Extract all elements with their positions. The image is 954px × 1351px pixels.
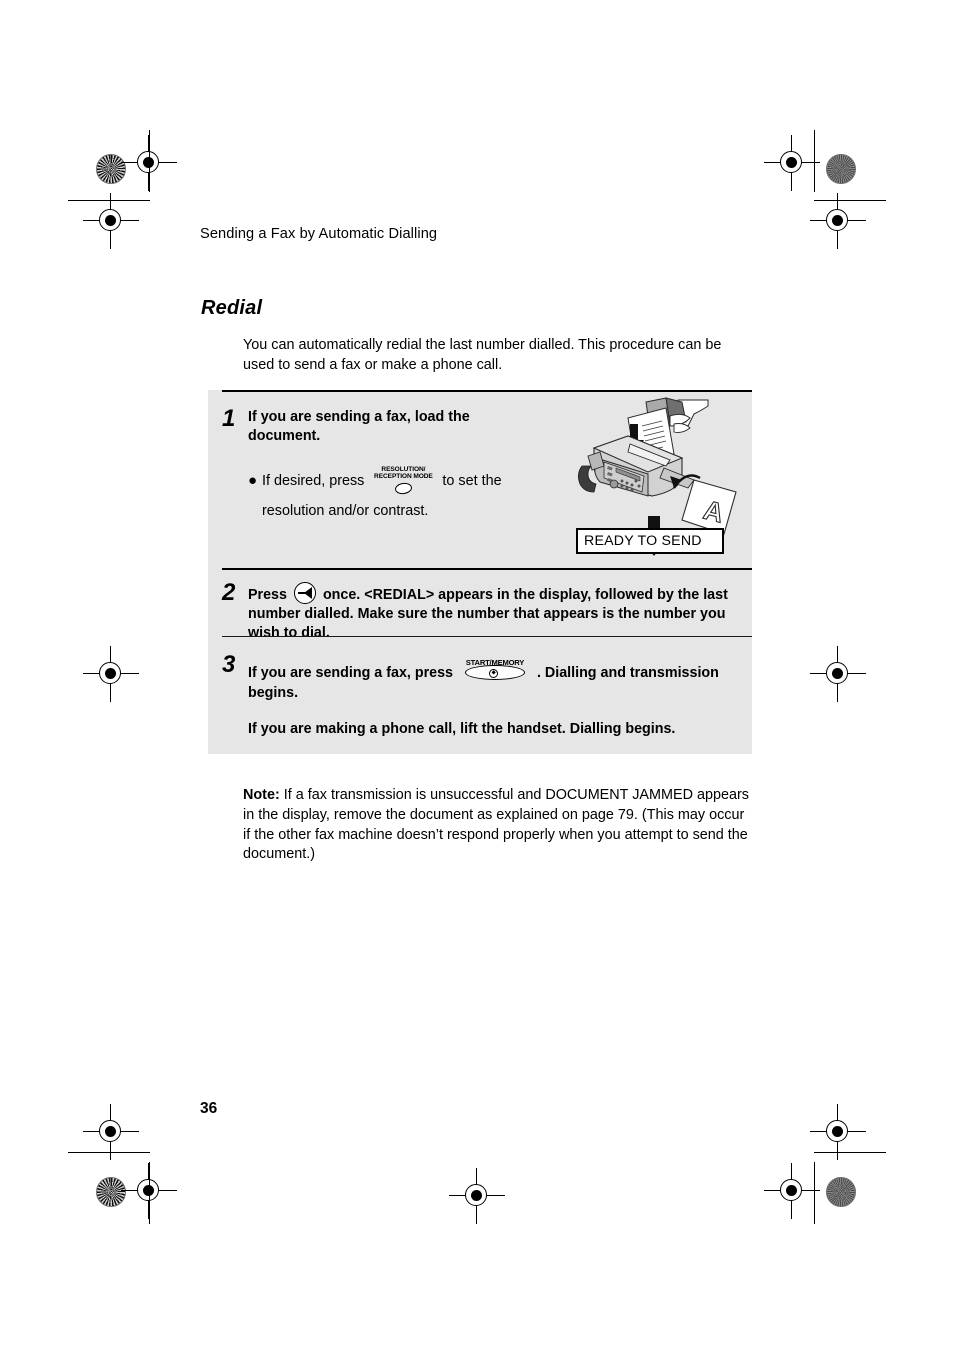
page-number: 36 [200, 1100, 218, 1117]
step-2-text-post: once. <REDIAL> appears in the display, f… [248, 587, 728, 641]
page-title: Redial [201, 297, 263, 319]
registration-crosshair-right-middle [810, 646, 866, 702]
step-3-top-rule [222, 636, 752, 638]
step-3-text: If you are sending a fax, press START/ME… [248, 656, 738, 703]
step-3-extra-line: If you are making a phone call, lift the… [248, 721, 676, 737]
step-2-top-rule [222, 568, 752, 571]
start-memory-key[interactable]: START/MEMORY [459, 656, 531, 684]
step-1-top-rule [222, 390, 752, 393]
trim-line-top-left-vertical [149, 130, 151, 192]
step-1-heading-line-1: If you are sending a fax, load the [248, 409, 470, 425]
step-2-number: 2 [222, 579, 236, 606]
step-1-heading: If you are sending a fax, load the docum… [248, 408, 508, 446]
registration-star-bottom-right [826, 1177, 856, 1207]
step-1-number: 1 [222, 405, 236, 432]
resolution-reception-mode-key-label: RESOLUTION/RECEPTION MODE [374, 466, 433, 481]
step-1-bullet: ● If desired, press RESOLUTION/RECEPTION … [248, 466, 578, 521]
trim-line-bottom-left-horizontal [68, 1152, 150, 1154]
trim-line-bottom-left-vertical [149, 1162, 151, 1224]
step-1-bullet-pre: If desired, press [262, 473, 365, 489]
redial-speaker-key-triangle-icon [303, 586, 312, 599]
registration-star-top-right [826, 154, 856, 184]
status-display-text: READY TO SEND [584, 533, 702, 549]
trim-line-top-right-vertical [814, 130, 816, 192]
status-display-box: READY TO SEND [576, 528, 724, 554]
trim-line-bottom-right-horizontal [814, 1152, 886, 1154]
registration-crosshair-bottom-center [449, 1168, 505, 1224]
step-3-number: 3 [222, 651, 236, 678]
note-text: If a fax transmission is unsuccessful an… [243, 787, 749, 863]
registration-crosshair-left-middle [83, 646, 139, 702]
note-label: Note: [243, 787, 280, 803]
redial-speaker-key[interactable] [293, 582, 316, 604]
registration-crosshair-left-upper [83, 193, 139, 249]
intro-paragraph: You can automatically redial the last nu… [243, 337, 722, 373]
bullet-icon: ● [248, 472, 258, 489]
step-2-text: Press once. <REDIAL> appears in the disp… [248, 582, 738, 643]
registration-crosshair-bottom-right-inner [764, 1163, 820, 1219]
step-2: 2 Press once. <REDIAL> appears in the di… [208, 568, 752, 641]
registration-crosshair-top-right-inner [764, 135, 820, 191]
resolution-reception-mode-key[interactable]: RESOLUTION/RECEPTION MODE [371, 466, 435, 496]
step-1-bullet-line-2: resolution and/or contrast. [262, 503, 429, 519]
registration-crosshair-right-upper [810, 193, 866, 249]
resolution-reception-mode-key-oval-icon [394, 481, 414, 496]
step-3: 3 If you are sending a fax, press START/… [208, 636, 752, 754]
step-2-text-pre: Press [248, 587, 287, 603]
running-head: Sending a Fax by Automatic Dialling [200, 226, 438, 242]
step-1-heading-line-2: document. [248, 428, 321, 444]
trim-line-bottom-right-vertical [814, 1162, 816, 1224]
step-1-bullet-post: to set the [442, 473, 502, 489]
note-paragraph: Note: If a fax transmission is unsuccess… [243, 786, 753, 865]
step-3-text-pre: If you are sending a fax, press [248, 665, 453, 681]
